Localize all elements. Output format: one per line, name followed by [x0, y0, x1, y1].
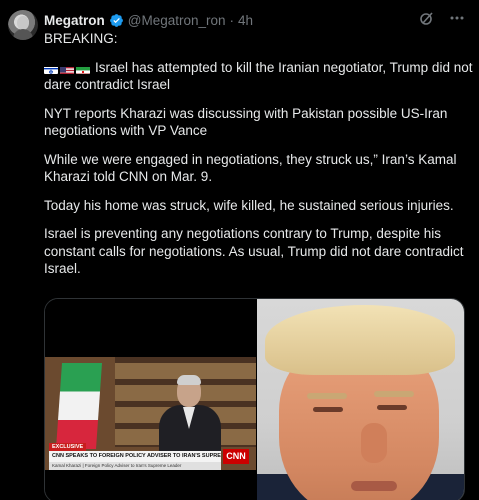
media-grid: EXCLUSIVE CNN SPEAKS TO FOREIGN POLICY A… — [44, 298, 465, 500]
post-line: dare contradict Israel — [44, 77, 171, 92]
author-name[interactable]: Megatron — [44, 13, 105, 28]
post-line: Israel has attempted to kill the Iranian… — [44, 59, 472, 77]
post-text: BREAKING: Israel has attempted to kill t… — [44, 30, 472, 278]
exclusive-label: EXCLUSIVE — [49, 443, 87, 451]
header-actions — [419, 10, 465, 26]
post-line: Kharazi told CNN on Mar. 9. — [44, 169, 213, 184]
post-line: BREAKING: — [44, 31, 118, 46]
post-timestamp[interactable]: 4h — [238, 13, 253, 28]
post-line: Israel. — [44, 261, 81, 276]
portrait-hair — [265, 305, 455, 375]
headline-bar: CNN SPEAKS TO FOREIGN POLICY ADVISER TO … — [49, 451, 221, 462]
cnn-interview-image[interactable]: EXCLUSIVE CNN SPEAKS TO FOREIGN POLICY A… — [45, 299, 256, 500]
more-options-icon[interactable] — [449, 10, 465, 26]
post-header: Megatron @Megatron_ron · 4h — [44, 11, 253, 29]
post-line: While we were engaged in negotiations, t… — [44, 151, 457, 167]
us-flag-icon — [60, 64, 74, 74]
flag-emojis — [44, 64, 90, 74]
iran-flag-icon — [76, 64, 90, 74]
post-line: constant calls for negotiations. As usua… — [44, 243, 464, 259]
post-line: Today his home was struck, wife killed, … — [44, 197, 454, 213]
author-avatar[interactable] — [8, 10, 38, 40]
author-handle[interactable]: @Megatron_ron — [128, 13, 226, 28]
tv-frame: EXCLUSIVE CNN SPEAKS TO FOREIGN POLICY A… — [45, 357, 256, 470]
news-lower-third: EXCLUSIVE CNN SPEAKS TO FOREIGN POLICY A… — [45, 443, 256, 470]
header-separator: · — [229, 12, 235, 28]
portrait-image[interactable] — [257, 299, 464, 500]
israel-flag-icon — [44, 64, 58, 74]
post-line: negotiations with VP Vance — [44, 123, 208, 138]
cnn-logo: CNN — [223, 449, 249, 464]
post-line: Israel is preventing any negotiations co… — [44, 226, 441, 241]
post-line: NYT reports Kharazi was discussing with … — [44, 105, 448, 121]
tweet-post[interactable]: Megatron @Megatron_ron · 4h BREAKING: Is… — [0, 0, 479, 500]
iran-flag-backdrop — [55, 363, 103, 449]
avatar-body — [13, 29, 33, 40]
post-line-text: Israel has attempted to kill the Iranian… — [95, 59, 473, 75]
grok-icon[interactable] — [419, 10, 435, 26]
verified-badge-icon — [109, 13, 124, 28]
avatar-face — [17, 16, 29, 30]
subline-bar: Kamal Kharazi | Foreign Policy Adviser t… — [49, 462, 221, 470]
